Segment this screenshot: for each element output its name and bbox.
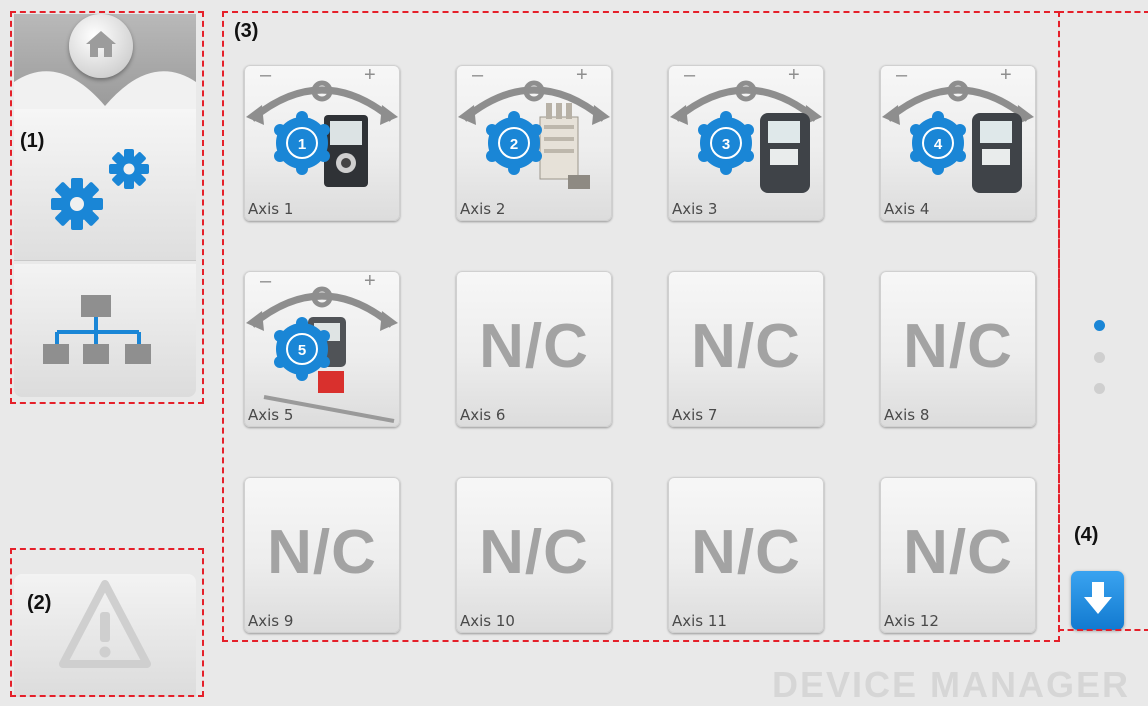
- home-icon: [84, 29, 118, 64]
- not-connected-text: N/C: [479, 312, 589, 381]
- axis-number: 4: [934, 136, 943, 153]
- axis-label: Axis 11: [672, 612, 727, 630]
- not-connected-text: N/C: [691, 518, 801, 587]
- axis-label: Axis 9: [248, 612, 294, 630]
- not-connected-text: N/C: [903, 312, 1013, 381]
- minus-sign: –: [260, 271, 272, 292]
- axis-label: Axis 12: [884, 612, 939, 630]
- axis-label: Axis 4: [884, 200, 930, 218]
- axis-label: Axis 5: [248, 406, 294, 424]
- page-dot-3[interactable]: [1094, 383, 1105, 394]
- axis-tile-2[interactable]: – +2 Axis 2: [456, 65, 612, 221]
- arrow-down-icon: [1082, 579, 1114, 622]
- axis-label: Axis 3: [672, 200, 718, 218]
- not-connected-text: N/C: [479, 518, 589, 587]
- adjust-arc: [461, 86, 607, 122]
- axis-number: 1: [298, 136, 306, 153]
- adjust-arc: [249, 86, 395, 122]
- axis-tile-10[interactable]: N/C Axis 10: [456, 477, 612, 633]
- callout-3: (3): [234, 20, 259, 42]
- minus-sign: –: [684, 65, 696, 86]
- knob-icon: 2: [486, 111, 542, 175]
- page-title: DEVICE MANAGER: [771, 664, 1130, 705]
- actuator-dark-image: [972, 113, 1022, 193]
- callout-1: (1): [20, 130, 45, 152]
- axis-number: 2: [510, 136, 518, 153]
- plus-sign: +: [364, 271, 376, 292]
- axis-tile-1[interactable]: – +1 Axis 1: [244, 65, 400, 221]
- axis-number: 3: [722, 136, 730, 153]
- plus-sign: +: [364, 65, 376, 86]
- page-dot-1-active[interactable]: [1094, 320, 1105, 331]
- minus-sign: –: [896, 65, 908, 86]
- knob-icon: 3: [698, 111, 754, 175]
- axis-tile-6[interactable]: N/C Axis 6: [456, 271, 612, 427]
- not-connected-text: N/C: [267, 518, 377, 587]
- axis-tile-3[interactable]: – +3 Axis 3: [668, 65, 824, 221]
- callout-2: (2): [27, 592, 52, 614]
- axis-label: Axis 10: [460, 612, 515, 630]
- axis-number: 5: [298, 342, 306, 359]
- axis-tile-12[interactable]: N/C Axis 12: [880, 477, 1036, 633]
- network-button[interactable]: [14, 264, 196, 397]
- axis-tile-4[interactable]: – +4 Axis 4: [880, 65, 1036, 221]
- knob-icon: 1: [274, 111, 330, 175]
- minus-sign: –: [472, 65, 484, 86]
- actuator-dark-image: [760, 113, 810, 193]
- minus-sign: –: [260, 65, 272, 86]
- axis-label: Axis 7: [672, 406, 718, 424]
- plus-sign: +: [576, 65, 588, 86]
- plus-sign: +: [788, 65, 800, 86]
- callout-4: (4): [1074, 524, 1099, 546]
- page-dot-2[interactable]: [1094, 352, 1105, 363]
- axis-tile-11[interactable]: N/C Axis 11: [668, 477, 824, 633]
- not-connected-text: N/C: [691, 312, 801, 381]
- axis-tile-9[interactable]: N/C Axis 9: [244, 477, 400, 633]
- pneumatic-module-image: [539, 103, 590, 189]
- axis-tile-5[interactable]: – +5 Axis 5: [244, 271, 400, 427]
- home-button[interactable]: [69, 14, 133, 78]
- not-connected-text: N/C: [903, 518, 1013, 587]
- axis-tile-8[interactable]: N/C Axis 8: [880, 271, 1036, 427]
- knob-icon: 4: [910, 111, 966, 175]
- actuator-display-image: [324, 115, 368, 187]
- axis-label: Axis 8: [884, 406, 930, 424]
- axis-tile-7[interactable]: N/C Axis 7: [668, 271, 824, 427]
- plus-sign: +: [1000, 65, 1012, 86]
- axis-label: Axis 1: [248, 200, 294, 218]
- scroll-down-button[interactable]: [1071, 571, 1124, 630]
- axis-label: Axis 2: [460, 200, 506, 218]
- axis-label: Axis 6: [460, 406, 506, 424]
